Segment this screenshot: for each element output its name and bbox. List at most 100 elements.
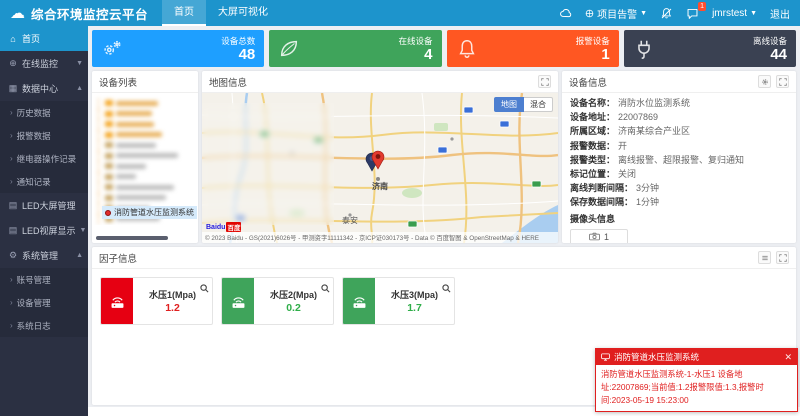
project-alarm-label: 项目告警 xyxy=(597,6,637,21)
map-header: 地图信息 xyxy=(202,71,558,93)
stat-total-devices[interactable]: 设备总数48 xyxy=(92,30,264,67)
message-icon[interactable]: 1 xyxy=(686,7,699,20)
sidebar-item-data-center[interactable]: ▦ 数据中心 ▲ xyxy=(0,76,88,101)
magnifier-icon[interactable] xyxy=(200,280,209,289)
chevron-down-icon: ▼ xyxy=(750,10,757,17)
city-label-jinan: 济南 xyxy=(372,181,388,192)
brand: ☁ 综合环境监控云平台 xyxy=(0,4,162,23)
factor-value: 1.2 xyxy=(165,302,180,314)
sidebar-item-led-display[interactable]: ▤ LED视屏显示 ▼ xyxy=(0,218,88,243)
device-list-title: 设备列表 xyxy=(99,75,137,89)
app-title: 综合环境监控云平台 xyxy=(31,4,148,23)
top-menu: 首页 大屏可视化 xyxy=(162,0,280,26)
stat-value: 1 xyxy=(576,47,610,62)
cloud-sync-icon[interactable] xyxy=(559,7,572,20)
home-icon: ⌂ xyxy=(8,34,18,44)
field-device-address: 设备地址：22007869 xyxy=(570,112,788,122)
field-device-name: 设备名称：消防水位监测系统 xyxy=(570,98,788,108)
sidebar-item-account-mgmt[interactable]: › 账号管理 xyxy=(0,268,88,291)
chevron-up-icon: ▲ xyxy=(76,252,83,259)
expand-icon[interactable] xyxy=(538,75,551,88)
device-tree-selected-item[interactable]: 消防管道水压监测系统 xyxy=(102,206,197,219)
bell-muted-icon[interactable] xyxy=(660,7,673,20)
city-label-taian: 泰安 xyxy=(342,215,358,226)
stat-alarm-devices[interactable]: 报警设备1 xyxy=(447,30,619,67)
nav-tab-bigscreen[interactable]: 大屏可视化 xyxy=(206,0,280,26)
privacy-blur-overlay xyxy=(202,103,334,225)
sidebar-item-system-mgmt[interactable]: ⚙ 系统管理 ▲ xyxy=(0,243,88,268)
camera-icon xyxy=(589,232,600,241)
field-region: 所属区域：济南某综合产业区 xyxy=(570,126,788,136)
logout-button[interactable]: 退出 xyxy=(770,6,790,21)
chevron-right-icon: › xyxy=(10,131,13,140)
horizontal-scrollbar[interactable] xyxy=(96,236,168,240)
stat-offline-devices[interactable]: 离线设备44 xyxy=(624,30,796,67)
chevron-right-icon: › xyxy=(10,154,13,163)
sidebar-item-led-screen-mgmt[interactable]: ▤ LED大屏管理 xyxy=(0,193,88,218)
sidebar-item-device-mgmt[interactable]: › 设备管理 xyxy=(0,291,88,314)
screen-icon xyxy=(601,353,610,361)
sidebar-item-online-monitor[interactable]: ⊕ 在线监控 ▼ xyxy=(0,51,88,76)
alarm-popup: 消防管道水压监测系统 ✕ 消防管道水压监测系统-1-水压1 设备地址:22007… xyxy=(595,348,798,412)
camera-button[interactable]: 1 xyxy=(570,229,628,244)
middle-row: 设备列表 xyxy=(92,71,796,243)
project-alarm-dropdown[interactable]: 项目告警 ▼ xyxy=(585,6,647,21)
gear-icon[interactable] xyxy=(758,75,771,88)
app-window: ☁ 综合环境监控云平台 首页 大屏可视化 项目告警 ▼ 1 xyxy=(0,0,800,416)
magnifier-icon[interactable] xyxy=(321,280,330,289)
map-attribution: © 2023 Baidu - GS(2021)6026号 - 甲测资字11111… xyxy=(202,232,558,243)
sidebar-item-relay-log[interactable]: › 继电器操作记录 xyxy=(0,147,88,170)
factor-title: 因子信息 xyxy=(99,251,137,265)
chevron-right-icon: › xyxy=(10,177,13,186)
device-list-panel: 设备列表 xyxy=(92,71,198,243)
chevron-right-icon: › xyxy=(10,108,13,117)
nav-tab-home[interactable]: 首页 xyxy=(162,0,206,26)
sidebar-item-system-log[interactable]: › 系统日志 xyxy=(0,314,88,337)
stat-online-devices[interactable]: 在线设备4 xyxy=(269,30,441,67)
user-dropdown[interactable]: jmrstest ▼ xyxy=(712,8,757,19)
magnifier-icon[interactable] xyxy=(442,280,451,289)
factor-value: 1.7 xyxy=(407,302,422,314)
message-badge: 1 xyxy=(698,2,706,11)
device-info-title: 设备信息 xyxy=(569,75,607,89)
factor-card-pressure3[interactable]: 水压3(Mpa) 1.7 xyxy=(342,277,455,325)
expand-icon[interactable] xyxy=(776,75,789,88)
sidebar-item-home[interactable]: ⌂ 首页 xyxy=(0,26,88,51)
list-icon[interactable] xyxy=(758,251,771,264)
expand-icon[interactable] xyxy=(776,251,789,264)
map-type-map-button[interactable]: 地图 xyxy=(494,97,524,112)
screen-icon: ▤ xyxy=(8,200,18,211)
sidebar-item-alarm-data[interactable]: › 报警数据 xyxy=(0,124,88,147)
map-canvas[interactable]: 济南 泰安 地图 混合 Baidu百度 © 2023 Baidu - GS(20… xyxy=(202,93,558,243)
factor-card-pressure2[interactable]: 水压2(Mpa) 0.2 xyxy=(221,277,334,325)
sensor-icon xyxy=(343,278,375,324)
top-navbar: ☁ 综合环境监控云平台 首页 大屏可视化 项目告警 ▼ 1 xyxy=(0,0,800,26)
alarm-popup-header: 消防管道水压监测系统 ✕ xyxy=(596,349,797,365)
sidebar-item-history-data[interactable]: › 历史数据 xyxy=(0,101,88,124)
sidebar-item-notify-log[interactable]: › 通知记录 xyxy=(0,170,88,193)
factor-name: 水压2(Mpa) xyxy=(270,288,317,301)
globe-icon xyxy=(585,9,594,18)
chevron-up-icon: ▲ xyxy=(76,85,83,92)
screen-icon: ▤ xyxy=(8,225,18,236)
leaf-icon xyxy=(278,38,300,60)
map-panel: 地图信息 xyxy=(202,71,558,243)
device-tree[interactable]: 消防管道水压监测系统 xyxy=(92,93,198,225)
factor-header: 因子信息 xyxy=(92,247,796,269)
stat-value: 44 xyxy=(753,47,787,62)
map-type-hybrid-button[interactable]: 混合 xyxy=(524,97,553,112)
map-title: 地图信息 xyxy=(209,75,247,89)
data-icon: ▦ xyxy=(8,83,18,94)
field-alarm-type: 报警类型：离线报警、超限报警、复归通知 xyxy=(570,155,788,165)
field-mark-location: 标记位置：关闭 xyxy=(570,169,788,179)
chevron-down-icon: ▼ xyxy=(76,60,83,67)
field-save-interval: 保存数据间隔：1分钟 xyxy=(570,197,788,207)
map-type-control: 地图 混合 xyxy=(494,97,553,112)
factor-value: 0.2 xyxy=(286,302,301,314)
device-info-body: 设备名称：消防水位监测系统 设备地址：22007869 所属区域：济南某综合产业… xyxy=(562,93,796,243)
device-info-header: 设备信息 xyxy=(562,71,796,93)
close-icon[interactable]: ✕ xyxy=(784,352,792,363)
factor-card-pressure1[interactable]: 水压1(Mpa) 1.2 xyxy=(100,277,213,325)
sidebar: ⌂ 首页 ⊕ 在线监控 ▼ ▦ 数据中心 ▲ › 历史数据 › 报警数据 › 继… xyxy=(0,26,88,416)
sensor-icon xyxy=(222,278,254,324)
